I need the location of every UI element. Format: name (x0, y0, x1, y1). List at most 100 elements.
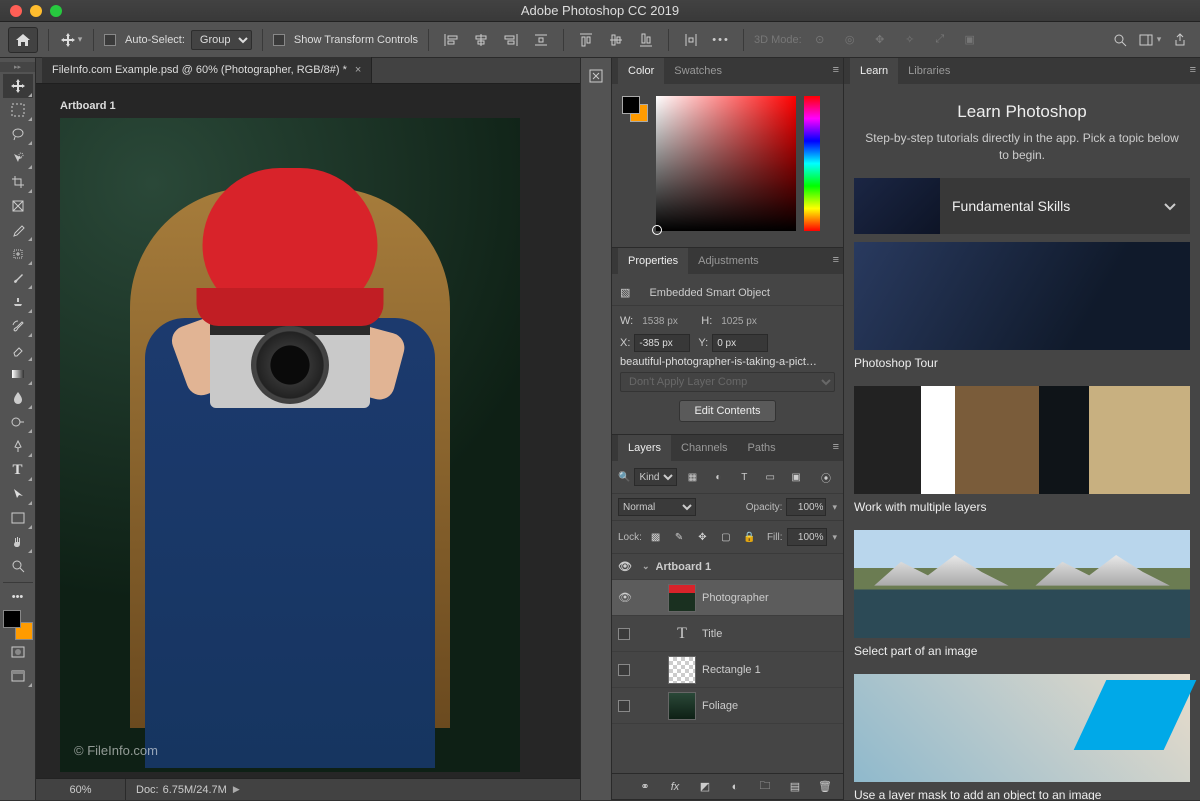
clone-stamp-tool[interactable] (3, 290, 33, 314)
rectangle-tool[interactable] (3, 506, 33, 530)
visibility-toggle[interactable] (616, 699, 634, 711)
edit-toolbar-icon[interactable]: ••• (3, 582, 33, 606)
more-align-icon[interactable]: ••• (709, 28, 733, 52)
disclosure-icon[interactable]: ⌄ (642, 561, 650, 572)
tab-libraries[interactable]: Libraries (898, 58, 960, 84)
tools-grip[interactable]: ▸▸ (0, 62, 35, 72)
tab-learn[interactable]: Learn (850, 58, 898, 84)
quick-select-tool[interactable] (3, 146, 33, 170)
panel-menu-icon[interactable]: ≡ (833, 254, 839, 266)
search-icon[interactable]: 🔍 (618, 472, 630, 483)
hue-slider[interactable] (804, 96, 820, 231)
gradient-tool[interactable] (3, 362, 33, 386)
layer-row[interactable]: T Title (612, 616, 843, 652)
color-field[interactable] (656, 96, 796, 231)
crop-tool[interactable] (3, 170, 33, 194)
marquee-tool[interactable] (3, 98, 33, 122)
align-hcenter-icon[interactable] (469, 28, 493, 52)
screen-mode-tool[interactable] (3, 664, 33, 688)
layer-thumb[interactable] (668, 656, 696, 684)
minimize-window[interactable] (30, 5, 42, 17)
fundamental-skills-row[interactable]: Fundamental Skills (854, 178, 1190, 234)
tab-channels[interactable]: Channels (671, 435, 737, 461)
move-tool-icon[interactable]: ▾ (59, 28, 83, 52)
zoom-level[interactable]: 60% (36, 779, 126, 800)
visibility-toggle[interactable] (616, 627, 634, 639)
panel-menu-icon[interactable]: ≡ (1190, 64, 1196, 76)
close-window[interactable] (10, 5, 22, 17)
tab-adjustments[interactable]: Adjustments (688, 248, 769, 274)
share-icon[interactable] (1168, 28, 1192, 52)
quick-mask-tool[interactable] (3, 640, 33, 664)
visibility-toggle[interactable]: 👁 (616, 560, 634, 573)
show-transform-checkbox[interactable] (273, 34, 285, 46)
layer-row[interactable]: Foliage (612, 688, 843, 724)
tutorial-item[interactable]: Work with multiple layers (854, 386, 1190, 520)
zoom-tool[interactable] (3, 554, 33, 578)
pen-tool[interactable] (3, 434, 33, 458)
layer-row[interactable]: 👁 Photographer (612, 580, 843, 616)
filter-kind-combo[interactable]: Kind (634, 468, 677, 486)
document-tab[interactable]: FileInfo.com Example.psd @ 60% (Photogra… (42, 57, 372, 83)
lock-transparency-icon[interactable]: ▩ (646, 525, 665, 549)
workspace-switcher-icon[interactable]: ▾ (1138, 28, 1162, 52)
layer-name[interactable]: Artboard 1 (656, 561, 839, 573)
layer-name[interactable]: Rectangle 1 (702, 664, 839, 676)
healing-tool[interactable] (3, 242, 33, 266)
tab-color[interactable]: Color (618, 58, 664, 84)
layer-row[interactable]: Rectangle 1 (612, 652, 843, 688)
lock-all-icon[interactable]: 🔒 (740, 525, 759, 549)
layer-artboard[interactable]: 👁 ⌄ Artboard 1 (612, 554, 843, 580)
home-button[interactable] (8, 27, 38, 53)
lock-pixels-icon[interactable]: ✎ (669, 525, 688, 549)
canvas[interactable]: Artboard 1 © FileInfo.com (36, 84, 580, 778)
y-field[interactable] (712, 334, 768, 352)
trash-icon[interactable]: 🗑 (813, 775, 837, 799)
align-bottom-icon[interactable] (634, 28, 658, 52)
lasso-tool[interactable] (3, 122, 33, 146)
fill-field[interactable] (787, 528, 827, 546)
tab-paths[interactable]: Paths (738, 435, 786, 461)
color-fg-bg-swatch[interactable] (622, 96, 648, 122)
filter-shape-icon[interactable]: ▭ (759, 465, 781, 489)
filter-smart-icon[interactable]: ▣ (785, 465, 807, 489)
layer-thumb[interactable] (668, 584, 696, 612)
type-tool[interactable]: T (3, 458, 33, 482)
layer-mask-icon[interactable]: ◩ (693, 775, 717, 799)
search-icon[interactable] (1108, 28, 1132, 52)
tutorial-item[interactable]: Use a layer mask to add an object to an … (854, 674, 1190, 800)
layer-name[interactable]: Photographer (702, 592, 839, 604)
tab-swatches[interactable]: Swatches (664, 58, 732, 84)
align-left-icon[interactable] (439, 28, 463, 52)
layer-name[interactable]: Foliage (702, 700, 839, 712)
tab-layers[interactable]: Layers (618, 435, 671, 461)
layer-thumb[interactable] (668, 692, 696, 720)
frame-tool[interactable] (3, 194, 33, 218)
history-brush-tool[interactable] (3, 314, 33, 338)
history-panel-icon[interactable] (584, 64, 608, 88)
adjustment-layer-icon[interactable]: ◐ (723, 775, 747, 799)
opacity-field[interactable] (786, 498, 826, 516)
artboard-label[interactable]: Artboard 1 (60, 100, 116, 112)
tutorial-item[interactable]: Photoshop Tour (854, 242, 1190, 376)
eyedropper-tool[interactable] (3, 218, 33, 242)
tab-properties[interactable]: Properties (618, 248, 688, 274)
link-layers-icon[interactable]: ⚭ (633, 775, 657, 799)
dodge-tool[interactable] (3, 410, 33, 434)
move-tool[interactable] (3, 74, 33, 98)
tutorial-item[interactable]: Select part of an image (854, 530, 1190, 664)
distribute-h-icon[interactable] (529, 28, 553, 52)
layer-fx-icon[interactable]: fx (663, 775, 687, 799)
filter-type-icon[interactable]: T (733, 465, 755, 489)
layer-name[interactable]: Title (702, 628, 839, 640)
eraser-tool[interactable] (3, 338, 33, 362)
edit-contents-button[interactable]: Edit Contents (679, 400, 775, 422)
hand-tool[interactable] (3, 530, 33, 554)
filter-toggle[interactable]: ⦿ (815, 465, 837, 489)
filter-adjust-icon[interactable]: ◐ (707, 465, 729, 489)
distribute-v-icon[interactable] (679, 28, 703, 52)
blend-mode-combo[interactable]: Normal (618, 498, 696, 516)
x-field[interactable] (634, 334, 690, 352)
align-right-icon[interactable] (499, 28, 523, 52)
brush-tool[interactable] (3, 266, 33, 290)
